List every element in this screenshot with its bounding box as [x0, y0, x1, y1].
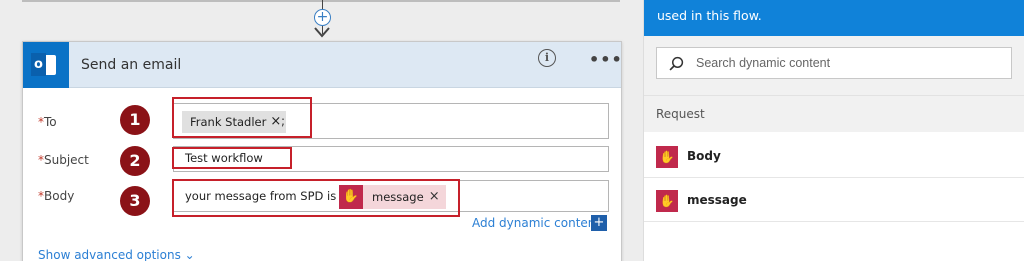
card-title: Send an email — [81, 57, 182, 73]
callout-number-1: 1 — [120, 105, 150, 135]
request-trigger-icon: ✋ — [656, 146, 678, 168]
more-options-icon[interactable]: ••• — [589, 50, 623, 69]
callout-box-body — [172, 179, 460, 217]
callout-box-subject — [172, 147, 292, 169]
callout-number-2: 2 — [120, 146, 150, 176]
request-trigger-icon: ✋ — [656, 190, 678, 212]
info-icon[interactable]: i — [538, 49, 556, 67]
body-label: *Body — [38, 189, 75, 203]
add-dynamic-content-plus-icon[interactable]: + — [591, 215, 607, 231]
add-dynamic-content-link[interactable]: Add dynamic content — [472, 216, 600, 230]
dynamic-content-pane: used in this flow. Request ✋ Body ✋ mess… — [643, 0, 1024, 261]
search-area — [644, 36, 1024, 96]
send-email-action-card: o Send an email i ••• *To Frank Stadler … — [22, 41, 622, 261]
show-advanced-options-link[interactable]: Show advanced options ⌄ — [38, 248, 195, 261]
pane-banner: used in this flow. — [644, 0, 1024, 36]
dynamic-item-message[interactable]: ✋ message — [644, 180, 1024, 222]
outlook-icon: o — [23, 42, 69, 88]
add-step-plus-icon[interactable]: + — [314, 9, 331, 26]
subject-label: *Subject — [38, 153, 89, 167]
callout-number-3: 3 — [120, 186, 150, 216]
to-label: *To — [38, 115, 57, 129]
chevron-down-icon: ⌄ — [184, 248, 195, 261]
request-section-title: Request — [656, 107, 705, 121]
previous-step-edge — [22, 0, 620, 2]
callout-box-to — [172, 97, 312, 138]
search-dynamic-content-input[interactable] — [696, 53, 996, 73]
card-header[interactable]: o Send an email i ••• — [23, 42, 623, 88]
connector-arrow-icon — [314, 27, 330, 38]
search-box[interactable] — [656, 47, 1012, 79]
search-icon — [669, 56, 684, 71]
dynamic-item-body[interactable]: ✋ Body — [644, 136, 1024, 178]
